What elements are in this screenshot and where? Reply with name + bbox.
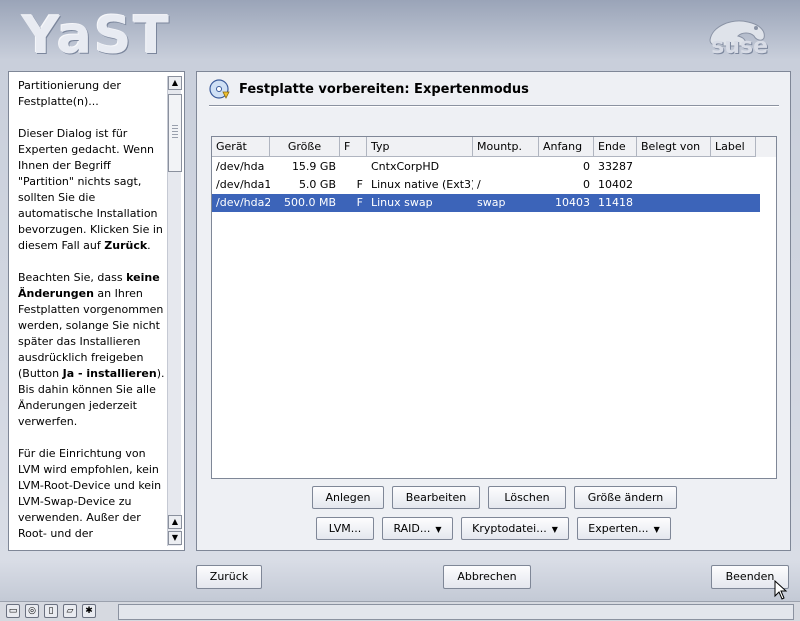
table-cell: Linux native (Ext3): [371, 178, 473, 191]
dropdown-arrow-icon: ▼: [653, 525, 660, 534]
help-paragraph: Beachten Sie, dass keine Änderungen an I…: [18, 270, 168, 430]
help-scrollbar[interactable]: ▲ ▲ ▼: [167, 76, 182, 546]
help-text-run: Partitionierung der Festplatte(n)...: [18, 79, 121, 108]
column-header[interactable]: Gerät: [212, 137, 270, 157]
table-cell: /dev/hda: [216, 160, 265, 173]
table-cell: 500.0 MB: [283, 196, 336, 209]
taskbar: ▭ ◎ ▯ ▱ ✱: [0, 601, 800, 621]
column-header[interactable]: F: [340, 137, 367, 157]
document-icon[interactable]: ▯: [44, 604, 58, 618]
delete-partition-button[interactable]: Löschen: [488, 486, 566, 509]
button-label: Experten...: [588, 522, 649, 535]
help-text-run: Für die Einrichtung von LVM wird empfohl…: [18, 447, 162, 540]
column-header[interactable]: Größe: [270, 137, 340, 157]
mouse-pointer-icon: [774, 580, 788, 600]
expert-menu-button[interactable]: Experten... ▼: [577, 517, 671, 540]
abort-button[interactable]: Abbrechen: [443, 565, 531, 589]
partition-actions: Anlegen Bearbeiten Löschen Größe ändern: [312, 486, 677, 509]
table-row[interactable]: /dev/hda 15.9 GB CntxCorpHD 0 33287: [212, 158, 760, 176]
expert-partitioner-panel: Festplatte vorbereiten: Expertenmodus Ge…: [196, 71, 791, 551]
column-header[interactable]: Ende: [594, 137, 637, 157]
page-title: Festplatte vorbereiten: Expertenmodus: [209, 78, 529, 100]
table-cell: /: [477, 178, 481, 191]
table-cell: Linux swap: [371, 196, 433, 209]
network-icon[interactable]: ◎: [25, 604, 39, 618]
table-cell: [637, 194, 711, 212]
table-cell: 10403: [555, 196, 590, 209]
back-button[interactable]: Zurück: [196, 565, 262, 589]
table-cell: /dev/hda1: [216, 178, 270, 191]
lvm-button[interactable]: LVM...: [316, 517, 374, 540]
resize-partition-button[interactable]: Größe ändern: [574, 486, 677, 509]
help-panel: Partitionierung der Festplatte(n)... Dies…: [8, 71, 185, 551]
table-cell: [340, 158, 367, 176]
help-text: Partitionierung der Festplatte(n)... Dies…: [18, 78, 168, 558]
table-cell: swap: [477, 196, 506, 209]
dropdown-arrow-icon: ▼: [435, 525, 442, 534]
raid-menu-button[interactable]: RAID... ▼: [382, 517, 453, 540]
table-cell: 11418: [598, 196, 633, 209]
column-header[interactable]: Mountp.: [473, 137, 539, 157]
title-divider: [209, 105, 779, 107]
page-title-text: Festplatte vorbereiten: Expertenmodus: [239, 81, 529, 97]
yast-logo: YaST: [22, 6, 171, 66]
table-cell: 0: [583, 160, 590, 173]
table-cell: [637, 158, 711, 176]
table-cell: [711, 194, 756, 212]
table-cell: F: [356, 196, 363, 209]
scroll-thumb[interactable]: [168, 94, 182, 172]
help-paragraph: Dieser Dialog ist für Experten gedacht. …: [18, 126, 168, 254]
table-cell: 33287: [598, 160, 633, 173]
table-header: Gerät Größe F Typ Mountp. Anfang Ende Belegt vo…: [212, 137, 776, 157]
table-cell: [711, 176, 756, 194]
scroll-up-icon[interactable]: ▲: [168, 76, 182, 90]
edit-partition-button[interactable]: Bearbeiten: [392, 486, 480, 509]
table-cell: 0: [583, 178, 590, 191]
help-emphasis: Ja - installieren: [62, 367, 157, 380]
scroll-down-icon[interactable]: ▼: [168, 531, 182, 545]
column-header[interactable]: Belegt von: [637, 137, 711, 157]
hard-disk-icon: [209, 79, 230, 99]
table-row[interactable]: /dev/hda2 500.0 MB F Linux swap swap 10403 114…: [212, 194, 760, 212]
crypto-file-menu-button[interactable]: Kryptodatei... ▼: [461, 517, 569, 540]
button-label: RAID...: [393, 522, 431, 535]
help-paragraph: Für die Einrichtung von LVM wird empfohl…: [18, 446, 168, 542]
column-header[interactable]: Anfang: [539, 137, 594, 157]
partition-table[interactable]: Gerät Größe F Typ Mountp. Anfang Ende Belegt vo…: [211, 136, 777, 479]
taskbar-field: [118, 604, 794, 620]
table-cell: [711, 158, 756, 176]
folder-icon[interactable]: ▱: [63, 604, 77, 618]
add-partition-button[interactable]: Anlegen: [312, 486, 384, 509]
column-header[interactable]: Typ: [367, 137, 473, 157]
help-text-run: .: [147, 239, 151, 252]
table-cell: [637, 176, 711, 194]
help-paragraph: Partitionierung der Festplatte(n)...: [18, 78, 168, 110]
dropdown-arrow-icon: ▼: [551, 525, 558, 534]
advanced-actions: LVM... RAID... ▼ Kryptodatei... ▼ Experten...…: [316, 517, 671, 540]
table-row[interactable]: /dev/hda1 5.0 GB F Linux native (Ext3) / 0 104…: [212, 176, 760, 194]
button-label: LVM...: [328, 522, 362, 535]
button-label: Kryptodatei...: [472, 522, 547, 535]
header: YaST suse: [0, 0, 800, 66]
table-cell: 10402: [598, 178, 633, 191]
table-cell: 15.9 GB: [291, 160, 336, 173]
help-emphasis: Zurück: [104, 239, 148, 252]
table-cell: [473, 158, 539, 176]
help-text-run: Beachten Sie, dass: [18, 271, 127, 284]
table-cell: 5.0 GB: [298, 178, 336, 191]
table-cell: CntxCorpHD: [371, 160, 440, 173]
keyboard-icon[interactable]: ▭: [6, 604, 20, 618]
tools-icon[interactable]: ✱: [82, 604, 96, 618]
help-text-run: Dieser Dialog ist für Experten gedacht. …: [18, 127, 163, 252]
table-cell: F: [356, 178, 363, 191]
table-cell: /dev/hda2: [216, 196, 270, 209]
scroll-up-icon[interactable]: ▲: [168, 515, 182, 529]
column-header[interactable]: Label: [711, 137, 756, 157]
suse-logo-text: suse: [711, 34, 768, 59]
